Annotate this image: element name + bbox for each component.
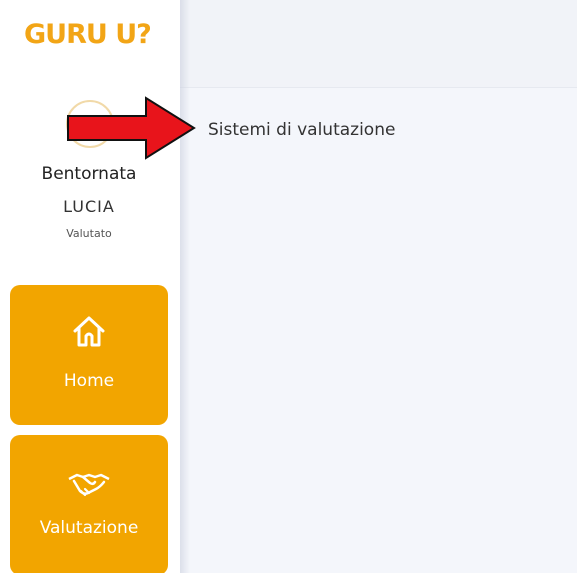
sidebar-item-label: Valutazione (39, 518, 139, 538)
sidebar-item-home[interactable]: Home (10, 285, 168, 425)
home-icon (73, 316, 105, 347)
annotation-arrow-icon (67, 96, 196, 160)
welcome-greeting: Bentornata (41, 164, 137, 184)
sidebar: GURU U? Bentornata LUCIA Valutato Home V… (0, 0, 180, 573)
sidebar-item-label: Home (63, 371, 115, 391)
page-title: Sistemi di valutazione (208, 120, 396, 140)
app-window: GURU U? Bentornata LUCIA Valutato Home V… (0, 0, 577, 573)
sidebar-item-valutazione[interactable]: Valutazione (10, 435, 168, 573)
user-role: Valutato (66, 227, 112, 240)
brand-logo[interactable]: GURU U? (24, 20, 152, 50)
handshake-icon (68, 473, 110, 497)
user-name: LUCIA (63, 197, 115, 216)
sidebar-shadow (180, 0, 190, 573)
top-bar (180, 0, 577, 88)
